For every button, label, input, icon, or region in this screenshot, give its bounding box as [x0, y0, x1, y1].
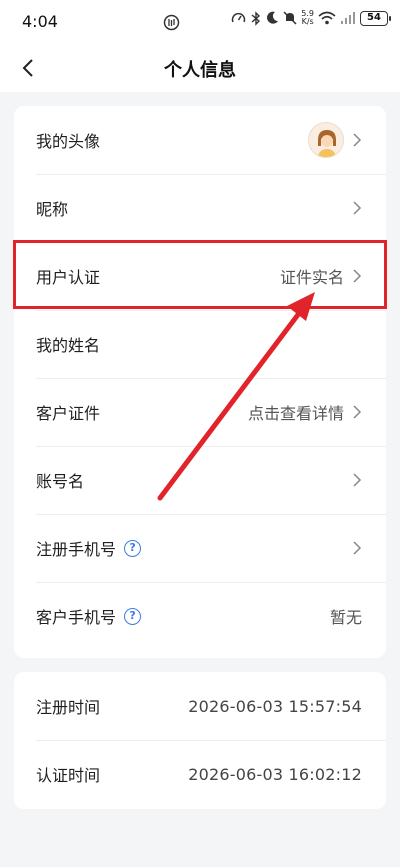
row-label-group: 注册手机号 ? [36, 536, 142, 560]
row-register-time: 注册时间 2026-06-03 15:57:54 [14, 672, 386, 740]
chevron-right-icon [353, 405, 362, 419]
help-icon[interactable]: ? [124, 539, 142, 557]
row-label: 我的姓名 [36, 336, 101, 355]
signal-icon [341, 12, 355, 24]
network-speed: 5.9 K/s [301, 10, 314, 26]
row-label: 账号名 [36, 472, 85, 491]
row-registered-phone[interactable]: 注册手机号 ? [14, 514, 386, 582]
page-title: 个人信息 [164, 60, 236, 81]
bottom-spacer [0, 861, 400, 867]
row-label-group: 客户手机号 ? [36, 604, 142, 628]
row-nickname[interactable]: 昵称 [14, 174, 386, 242]
row-value: 证件实名 [279, 268, 344, 287]
chevron-right-icon [353, 133, 362, 147]
row-my-name: 我的姓名 [14, 310, 386, 378]
network-speed-unit: K/s [301, 17, 314, 26]
avatar-illustration [309, 123, 343, 157]
chevron-right-icon [353, 473, 362, 487]
app-notification-icon [163, 14, 180, 31]
wifi-icon [318, 11, 336, 25]
row-label: 用户认证 [36, 268, 101, 287]
moon-icon [267, 11, 279, 24]
time-card: 注册时间 2026-06-03 15:57:54 认证时间 2026-06-03… [14, 672, 386, 809]
row-user-verification[interactable]: 用户认证 证件实名 [14, 242, 386, 310]
navigation-bar: 个人信息 [0, 44, 400, 92]
row-value: 暂无 [329, 608, 362, 627]
row-label: 我的头像 [36, 132, 101, 151]
row-label: 客户手机号 [36, 608, 117, 627]
speedometer-icon [232, 12, 246, 22]
help-icon[interactable]: ? [124, 607, 142, 625]
status-time: 4:04 [22, 12, 58, 31]
avatar[interactable] [308, 122, 344, 158]
row-value: 2026-06-03 16:02:12 [188, 764, 362, 784]
row-customer-phone: 客户手机号 ? 暂无 [14, 582, 386, 650]
row-label: 注册手机号 [36, 540, 117, 559]
row-value: 2026-06-03 15:57:54 [188, 696, 362, 716]
chevron-right-icon [353, 269, 362, 283]
row-avatar[interactable]: 我的头像 [14, 106, 386, 174]
row-label: 注册时间 [36, 698, 101, 717]
row-customer-id[interactable]: 客户证件 点击查看详情 [14, 378, 386, 446]
battery-icon: 54 [360, 10, 391, 26]
chevron-right-icon [353, 541, 362, 555]
row-value: 点击查看详情 [247, 404, 344, 423]
bluetooth-icon [251, 10, 261, 26]
status-icons: 5.9 K/s 54 [231, 10, 391, 26]
row-label: 客户证件 [36, 404, 101, 423]
row-label: 认证时间 [36, 766, 101, 785]
chevron-right-icon [353, 201, 362, 215]
row-label: 昵称 [36, 200, 69, 219]
mute-icon [283, 11, 297, 25]
row-account-name[interactable]: 账号名 [14, 446, 386, 514]
profile-card: 我的头像 昵称 用户认证 证件实名 我的姓名 客户证件 点击查看详情 账号名 注… [14, 106, 386, 658]
status-bar: 4:04 5.9 K/s 54 [0, 0, 400, 44]
row-verify-time: 认证时间 2026-06-03 16:02:12 [14, 740, 386, 808]
